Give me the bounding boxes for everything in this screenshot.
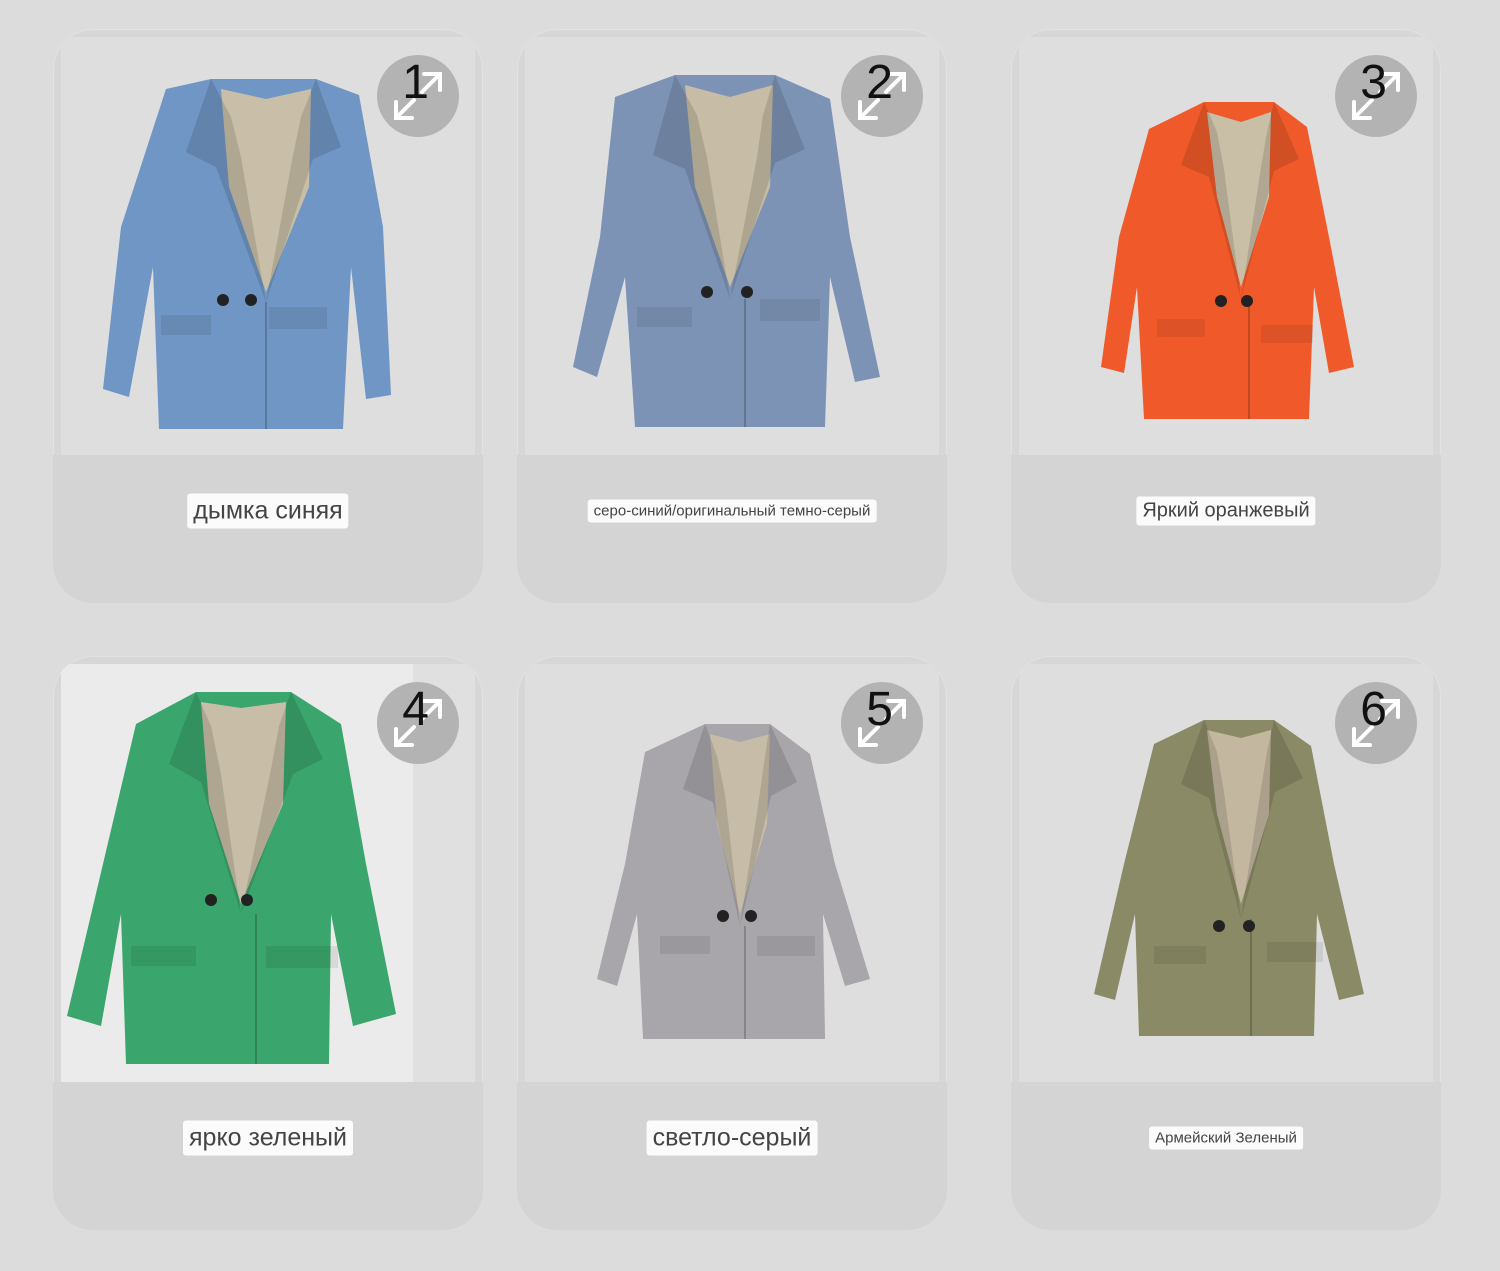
variant-number: 2 bbox=[866, 56, 893, 109]
product-card[interactable]: 4 ярко зеленый bbox=[53, 656, 483, 1230]
product-photo[interactable]: 4 bbox=[61, 664, 475, 1082]
variant-number: 3 bbox=[1360, 56, 1387, 109]
product-photo[interactable]: 1 bbox=[61, 37, 475, 455]
variant-label: ярко зеленый bbox=[183, 1120, 353, 1156]
caption-area bbox=[53, 455, 483, 603]
caption-area bbox=[1011, 455, 1441, 603]
caption-area bbox=[517, 455, 947, 603]
variant-label: светло-серый bbox=[646, 1120, 818, 1156]
product-photo[interactable]: 5 bbox=[525, 664, 939, 1082]
variant-number: 4 bbox=[402, 683, 429, 736]
product-card[interactable]: 2 серо-синий/оригинальный темно-серый bbox=[517, 29, 947, 603]
variant-label: дымка синяя bbox=[187, 493, 349, 529]
variant-number: 6 bbox=[1360, 683, 1387, 736]
caption-area bbox=[1011, 1082, 1441, 1230]
product-card[interactable]: 3 Яркий оранжевый bbox=[1011, 29, 1441, 603]
variant-label: серо-синий/оригинальный темно-серый bbox=[587, 499, 877, 523]
variant-label: Армейский Зеленый bbox=[1149, 1126, 1303, 1150]
variant-label: Яркий оранжевый bbox=[1136, 496, 1316, 526]
caption-area bbox=[517, 1082, 947, 1230]
variant-number: 5 bbox=[866, 683, 893, 736]
product-card[interactable]: 5 светло-серый bbox=[517, 656, 947, 1230]
product-card[interactable]: 6 Армейский Зеленый bbox=[1011, 656, 1441, 1230]
product-photo[interactable]: 2 bbox=[525, 37, 939, 455]
variant-number: 1 bbox=[402, 56, 429, 109]
product-photo[interactable]: 6 bbox=[1019, 664, 1433, 1082]
product-card[interactable]: 1 дымка синяя bbox=[53, 29, 483, 603]
caption-area bbox=[53, 1082, 483, 1230]
product-photo[interactable]: 3 bbox=[1019, 37, 1433, 455]
